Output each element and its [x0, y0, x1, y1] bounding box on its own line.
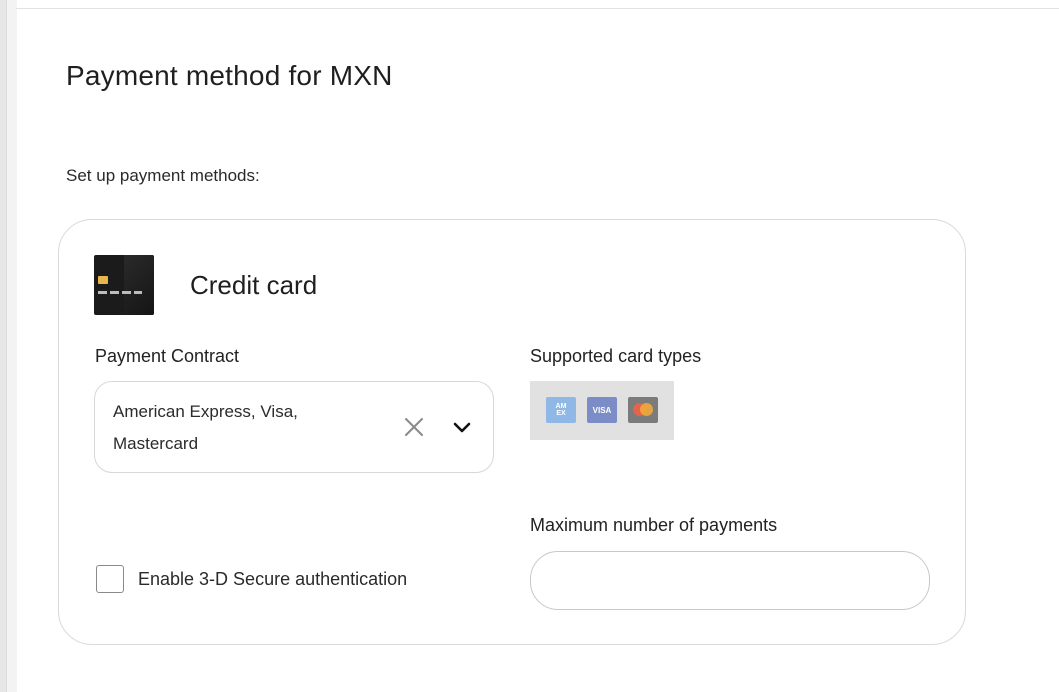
- payment-contract-value-line-1: American Express, Visa,: [113, 402, 298, 421]
- credit-card-icon: [94, 255, 154, 315]
- three-d-secure-checkbox[interactable]: [96, 565, 124, 593]
- method-title: Credit card: [190, 270, 318, 300]
- visa-mark: VISA: [592, 405, 612, 415]
- top-divider: [16, 8, 1059, 9]
- page-title: Payment method for MXN: [66, 60, 393, 91]
- mastercard-right-circle: [640, 403, 653, 416]
- amex-mark: AM EX: [555, 403, 567, 417]
- page-subtitle: Set up payment methods:: [66, 166, 260, 185]
- mastercard-icon: [628, 397, 658, 423]
- amex-card-icon: AM EX: [546, 397, 576, 423]
- supported-card-types: AM EX VISA: [530, 381, 674, 440]
- left-rail-edge: [6, 0, 17, 692]
- chevron-down-icon: [453, 422, 471, 433]
- left-rail: [0, 0, 17, 692]
- supported-card-types-label: Supported card types: [530, 346, 702, 366]
- dropdown-toggle-button[interactable]: [449, 414, 475, 440]
- card-shade: [124, 255, 154, 315]
- payment-contract-select[interactable]: American Express, Visa, Mastercard: [94, 381, 494, 473]
- max-payments-input[interactable]: [530, 551, 930, 610]
- payment-contract-label: Payment Contract: [95, 346, 240, 366]
- payment-contract-value: American Express, Visa, Mastercard: [113, 396, 373, 460]
- payment-settings-page: Payment method for MXN Set up payment me…: [0, 0, 1059, 692]
- clear-selection-button[interactable]: [401, 414, 427, 440]
- close-icon: [405, 418, 423, 436]
- visa-card-icon: VISA: [587, 397, 617, 423]
- card-chip: [98, 276, 108, 284]
- max-payments-label: Maximum number of payments: [530, 515, 778, 535]
- card-number-dashes: [98, 291, 142, 294]
- payment-contract-value-line-2: Mastercard: [113, 434, 199, 453]
- three-d-secure-label[interactable]: Enable 3-D Secure authentication: [138, 569, 407, 590]
